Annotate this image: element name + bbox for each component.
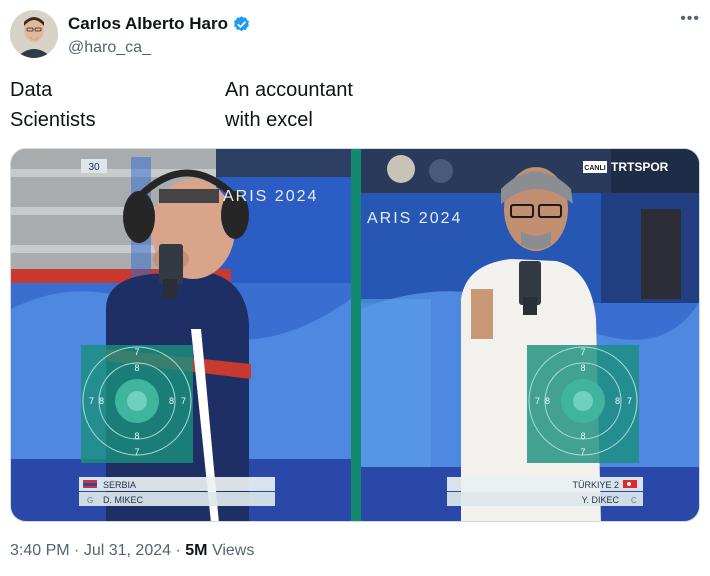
tweet-time[interactable]: 3:40 PM	[10, 542, 70, 559]
ring-label: 7	[181, 396, 186, 406]
media-panel-left: 30 ARIS 2024 7 8 8 7 7 8 8 7 SERBIA G D.…	[11, 149, 351, 521]
tweet-media[interactable]: 30 ARIS 2024 7 8 8 7 7 8 8 7 SERBIA G D.…	[10, 148, 700, 522]
ring-label: 7	[89, 396, 94, 406]
ring-label: 7	[580, 347, 585, 357]
target-overlay: 7 8 8 7 7 8 8 7	[527, 345, 639, 463]
ring-label: 8	[545, 396, 550, 406]
ring-label: 7	[535, 396, 540, 406]
ring-label: 8	[134, 431, 139, 441]
athlete-name: Y. DIKEC	[582, 495, 620, 505]
views-label: Views	[211, 542, 255, 559]
text-line: with excel	[225, 109, 313, 131]
country-label: TÜRKIYE 2	[572, 480, 619, 490]
author-name[interactable]: Carlos Alberto Haro	[68, 14, 228, 34]
position-tag: C	[631, 496, 637, 505]
media-panel-right: CANLI TRTSPOR ARIS 2024 7 8 8 7 7 8 8 7	[361, 149, 699, 521]
author-handle[interactable]: @haro_ca_	[68, 39, 251, 57]
tweet-text-right: An accountant with excel	[225, 75, 353, 135]
tweet-text-left: Data Scientists	[10, 75, 96, 135]
ring-label: 8	[580, 363, 585, 373]
ring-label: 7	[134, 347, 139, 357]
text-line: Data	[10, 79, 53, 101]
tweet-meta: 3:40 PM · Jul 31, 2024 · 5M Views	[10, 542, 254, 560]
verified-badge-icon	[233, 15, 249, 31]
target-overlay: 7 8 8 7 7 8 8 7	[81, 345, 193, 463]
ring-label: 8	[580, 431, 585, 441]
ring-label: 8	[169, 396, 174, 406]
position-tag: G	[87, 496, 93, 505]
meta-separator: ·	[175, 542, 186, 559]
text-line: Scientists	[10, 109, 96, 131]
country-label: SERBIA	[103, 480, 136, 490]
split-divider	[351, 149, 361, 521]
shot-count: 30	[88, 162, 100, 173]
more-options-icon[interactable]: •••	[680, 10, 700, 28]
athlete-name: D. MIKEC	[103, 495, 144, 505]
backdrop-text: ARIS 2024	[223, 188, 318, 205]
meta-separator: ·	[74, 542, 84, 559]
views-count: 5M	[185, 542, 208, 559]
backdrop-text: ARIS 2024	[367, 210, 462, 227]
ring-label: 7	[580, 447, 585, 457]
tweet-header: Carlos Alberto Haro @haro_ca_ •••	[10, 10, 700, 60]
broadcaster-logo: TRTSPOR	[611, 160, 669, 174]
ring-label: 7	[627, 396, 632, 406]
ring-label: 7	[134, 447, 139, 457]
ring-label: 8	[134, 363, 139, 373]
tweet-date[interactable]: Jul 31, 2024	[84, 542, 171, 559]
ring-label: 8	[615, 396, 620, 406]
broadcaster-live-label: CANLI	[584, 165, 605, 172]
avatar[interactable]	[10, 10, 58, 58]
text-line: An accountant	[225, 79, 353, 101]
ring-label: 8	[99, 396, 104, 406]
